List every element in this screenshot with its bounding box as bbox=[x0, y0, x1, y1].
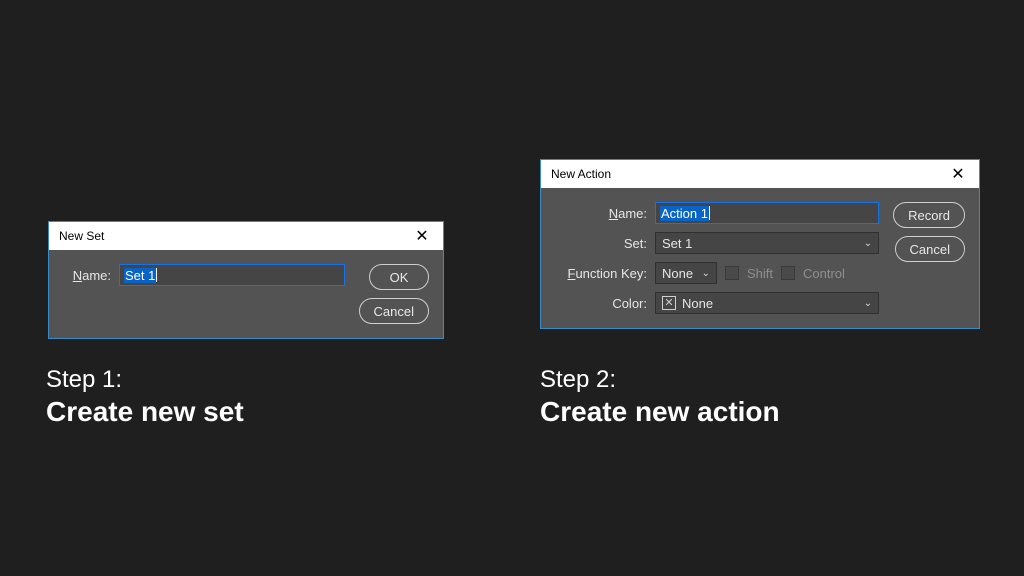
row-set: Set: Set 1 ⌄ bbox=[555, 232, 879, 254]
fields: Name: Action 1 Set: Set 1 ⌄ Function Key… bbox=[555, 202, 879, 314]
color-label: Color: bbox=[555, 296, 647, 311]
dialog-body: Name: Set 1 OK Cancel bbox=[49, 250, 443, 338]
color-value-wrap: ✕ None bbox=[662, 296, 713, 311]
row-color: Color: ✕ None ⌄ bbox=[555, 292, 879, 314]
step-title: Create new set bbox=[46, 396, 244, 428]
step-label: Step 1: bbox=[46, 366, 244, 394]
function-key-value: None bbox=[662, 266, 693, 281]
caption-step2: Step 2: Create new action bbox=[540, 366, 780, 428]
button-column: OK Cancel bbox=[359, 264, 429, 324]
step-label: Step 2: bbox=[540, 366, 780, 394]
name-value: Set 1 bbox=[124, 268, 156, 283]
titlebar: New Set ✕ bbox=[49, 222, 443, 250]
shift-checkbox[interactable] bbox=[725, 266, 739, 280]
fields: Name: Set 1 bbox=[63, 264, 345, 286]
set-label: Set: bbox=[555, 236, 647, 251]
titlebar: New Action ✕ bbox=[541, 160, 979, 188]
control-checkbox[interactable] bbox=[781, 266, 795, 280]
chevron-down-icon: ⌄ bbox=[864, 238, 872, 249]
ok-button[interactable]: OK bbox=[369, 264, 429, 290]
name-input[interactable]: Set 1 bbox=[119, 264, 345, 286]
button-column: Record Cancel bbox=[893, 202, 965, 262]
text-caret bbox=[156, 268, 157, 282]
none-swatch-icon: ✕ bbox=[662, 296, 676, 310]
set-value: Set 1 bbox=[662, 236, 692, 251]
row-function-key: Function Key: None ⌄ Shift Control bbox=[555, 262, 879, 284]
close-icon[interactable]: ✕ bbox=[943, 164, 973, 184]
name-label: Name: bbox=[555, 206, 647, 221]
name-label: Name: bbox=[63, 268, 111, 283]
name-input[interactable]: Action 1 bbox=[655, 202, 879, 224]
shift-label: Shift bbox=[747, 266, 773, 281]
dialog-title: New Set bbox=[59, 229, 104, 243]
step-title: Create new action bbox=[540, 396, 780, 428]
set-select[interactable]: Set 1 ⌄ bbox=[655, 232, 879, 254]
dialog-body: Name: Action 1 Set: Set 1 ⌄ Function Key… bbox=[541, 188, 979, 328]
color-value: None bbox=[682, 296, 713, 311]
row-name: Name: Action 1 bbox=[555, 202, 879, 224]
new-set-dialog: New Set ✕ Name: Set 1 OK Cancel bbox=[48, 221, 444, 339]
cancel-button[interactable]: Cancel bbox=[359, 298, 429, 324]
row-name: Name: Set 1 bbox=[63, 264, 345, 286]
name-value: Action 1 bbox=[660, 206, 709, 221]
dialog-title: New Action bbox=[551, 167, 611, 181]
function-key-select[interactable]: None ⌄ bbox=[655, 262, 717, 284]
chevron-down-icon: ⌄ bbox=[864, 298, 872, 309]
cancel-button[interactable]: Cancel bbox=[895, 236, 965, 262]
function-key-label: Function Key: bbox=[555, 266, 647, 281]
new-action-dialog: New Action ✕ Name: Action 1 Set: Set 1 ⌄… bbox=[540, 159, 980, 329]
control-label: Control bbox=[803, 266, 845, 281]
caption-step1: Step 1: Create new set bbox=[46, 366, 244, 428]
close-icon[interactable]: ✕ bbox=[407, 226, 437, 246]
chevron-down-icon: ⌄ bbox=[702, 268, 710, 279]
text-caret bbox=[709, 206, 710, 220]
record-button[interactable]: Record bbox=[893, 202, 965, 228]
color-select[interactable]: ✕ None ⌄ bbox=[655, 292, 879, 314]
